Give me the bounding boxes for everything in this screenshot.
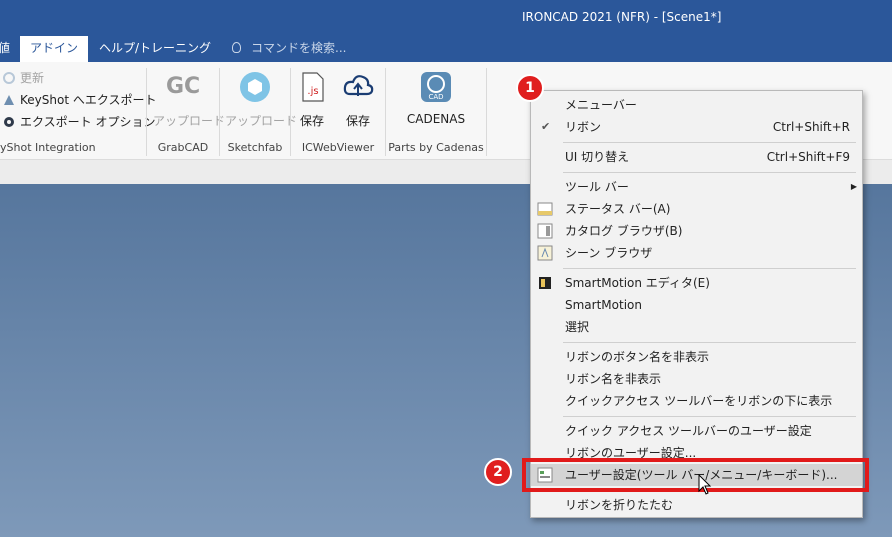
menu-item-label: リボンのボタン名を非表示 (565, 350, 710, 364)
ribbon-context-menu: メニューバー ✔ リボン Ctrl+Shift+R UI 切り替え Ctrl+S… (530, 90, 863, 518)
cadenas-logo-icon: CAD (421, 72, 451, 102)
menu-item-qat-below-ribbon[interactable]: クイックアクセス ツールバーをリボンの下に表示 (531, 390, 862, 412)
menu-item-label: リボンを折りたたむ (565, 498, 674, 512)
window-title: IRONCAD 2021 (NFR) - [Scene1*] (522, 10, 722, 24)
menu-separator (563, 172, 856, 173)
menu-separator (563, 142, 856, 143)
sketchfab-icon (240, 72, 270, 102)
command-search[interactable]: コマンドを検索... (232, 36, 346, 62)
group-label-keyshot: yShot Integration (0, 141, 96, 154)
tab-partial-left[interactable]: 値 (0, 36, 10, 62)
menu-item-menubar[interactable]: メニューバー (531, 94, 862, 116)
menu-item-label: リボン (565, 120, 602, 134)
menu-item-statusbar[interactable]: ステータス バー(A) (531, 198, 862, 220)
tab-addin[interactable]: アドイン (20, 36, 89, 62)
menu-item-label: SmartMotion エディタ(E) (565, 276, 710, 290)
icwebviewer-save-cloud-label: 保存 (345, 114, 370, 128)
cloud-upload-icon (343, 75, 374, 96)
group-label-icwebviewer: ICWebViewer (301, 141, 375, 154)
grabcad-upload-label: アップロード (153, 114, 226, 128)
menu-item-label: クイック アクセス ツールバーのユーザー設定 (565, 424, 812, 438)
menu-item-ribbon[interactable]: ✔ リボン Ctrl+Shift+R (531, 116, 862, 138)
keyshot-export-icon (4, 95, 14, 105)
icwebviewer-save-js-label: 保存 (299, 114, 324, 128)
mouse-pointer-icon (698, 474, 712, 495)
menu-item-toolbar[interactable]: ツール バー ▶ (531, 176, 862, 198)
group-grabcad: GC アップロード GrabCAD (147, 66, 226, 158)
menu-item-label: SmartMotion (565, 298, 642, 312)
catalog-browser-icon (537, 223, 553, 239)
keyshot-update-label: 更新 (20, 71, 45, 85)
menu-separator (563, 416, 856, 417)
group-label-cadenas: Parts by Cadenas (388, 141, 484, 154)
group-sketchfab: アップロード Sketchfab (220, 66, 298, 158)
menu-item-label: カタログ ブラウザ(B) (565, 224, 683, 238)
menu-shortcut: Ctrl+Shift+F9 (766, 150, 850, 164)
keyshot-export-button[interactable]: KeyShot へエクスポート (2, 90, 156, 110)
group-icwebviewer: .js 保存 保存 ICWebViewer (291, 66, 385, 158)
menu-item-select[interactable]: 選択 (531, 316, 862, 338)
grabcad-logo-icon: GC (166, 70, 200, 104)
submenu-arrow-icon: ▶ (850, 182, 857, 191)
menu-item-hide-ribbon-names[interactable]: リボン名を非表示 (531, 368, 862, 390)
keyshot-export-options-label: エクスポート オプション (20, 115, 156, 129)
group-divider (486, 68, 487, 156)
group-cadenas: CAD CADENAS Parts by Cadenas (386, 66, 486, 158)
lightbulb-icon (232, 42, 241, 53)
statusbar-icon (537, 202, 553, 216)
svg-text:CAD: CAD (428, 93, 443, 101)
check-icon: ✔ (541, 120, 551, 133)
sketchfab-upload-button[interactable]: アップロード (225, 70, 298, 129)
menu-item-catalog-browser[interactable]: カタログ ブラウザ(B) (531, 220, 862, 242)
menu-item-ui-switch[interactable]: UI 切り替え Ctrl+Shift+F9 (531, 146, 862, 168)
menu-item-scene-browser[interactable]: シーン ブラウザ (531, 242, 862, 264)
refresh-icon (3, 72, 15, 84)
menu-item-label: メニューバー (565, 98, 637, 112)
menu-item-hide-button-names[interactable]: リボンのボタン名を非表示 (531, 346, 862, 368)
cadenas-button[interactable]: CAD CADENAS (406, 70, 466, 126)
menu-separator (563, 268, 856, 269)
menu-separator (563, 342, 856, 343)
menu-item-label: クイックアクセス ツールバーをリボンの下に表示 (565, 394, 833, 408)
icwebviewer-save-js-button[interactable]: .js 保存 (287, 70, 337, 129)
keyshot-export-label: KeyShot へエクスポート (20, 93, 157, 107)
icwebviewer-save-cloud-button[interactable]: 保存 (333, 70, 383, 129)
tab-help-training[interactable]: ヘルプ/トレーニング (99, 36, 211, 62)
title-bar: IRONCAD 2021 (NFR) - [Scene1*] (0, 0, 892, 36)
smartmotion-editor-icon (539, 277, 551, 289)
menu-shortcut: Ctrl+Shift+R (772, 120, 850, 134)
scene-browser-icon (537, 245, 553, 261)
search-placeholder: コマンドを検索... (251, 41, 347, 55)
grabcad-upload-button[interactable]: GC アップロード (153, 70, 226, 129)
cadenas-label: CADENAS (406, 112, 466, 126)
js-file-icon: .js (302, 72, 324, 102)
menu-item-qat-customize[interactable]: クイック アクセス ツールバーのユーザー設定 (531, 420, 862, 442)
svg-text:.js: .js (307, 86, 318, 97)
group-keyshot: 更新 KeyShot へエクスポート エクスポート オプション yShot In… (0, 66, 156, 158)
menu-item-label: リボン名を非表示 (565, 372, 662, 386)
sketchfab-upload-label: アップロード (225, 114, 298, 128)
menu-item-label: シーン ブラウザ (565, 246, 653, 260)
ribbon-tab-bar: 値 アドイン ヘルプ/トレーニング コマンドを検索... (0, 36, 892, 62)
menu-item-smartmotion-editor[interactable]: SmartMotion エディタ(E) (531, 272, 862, 294)
menu-item-label: 選択 (565, 320, 590, 334)
menu-item-label: UI 切り替え (565, 150, 630, 164)
group-label-grabcad: GrabCAD (157, 141, 209, 154)
step-badge-2: 2 (484, 458, 512, 486)
highlight-box (522, 458, 869, 492)
group-label-sketchfab: Sketchfab (227, 141, 283, 154)
menu-item-label: ステータス バー(A) (565, 202, 671, 216)
gear-icon (4, 117, 14, 127)
keyshot-export-options-button[interactable]: エクスポート オプション (2, 112, 155, 132)
keyshot-update-button[interactable]: 更新 (2, 68, 44, 88)
step-badge-1: 1 (516, 74, 544, 102)
grabcad-logo-text: GC (166, 74, 201, 99)
menu-item-label: ツール バー (565, 180, 629, 194)
menu-item-smartmotion[interactable]: SmartMotion (531, 294, 862, 316)
menu-item-collapse-ribbon[interactable]: リボンを折りたたむ (531, 494, 862, 516)
